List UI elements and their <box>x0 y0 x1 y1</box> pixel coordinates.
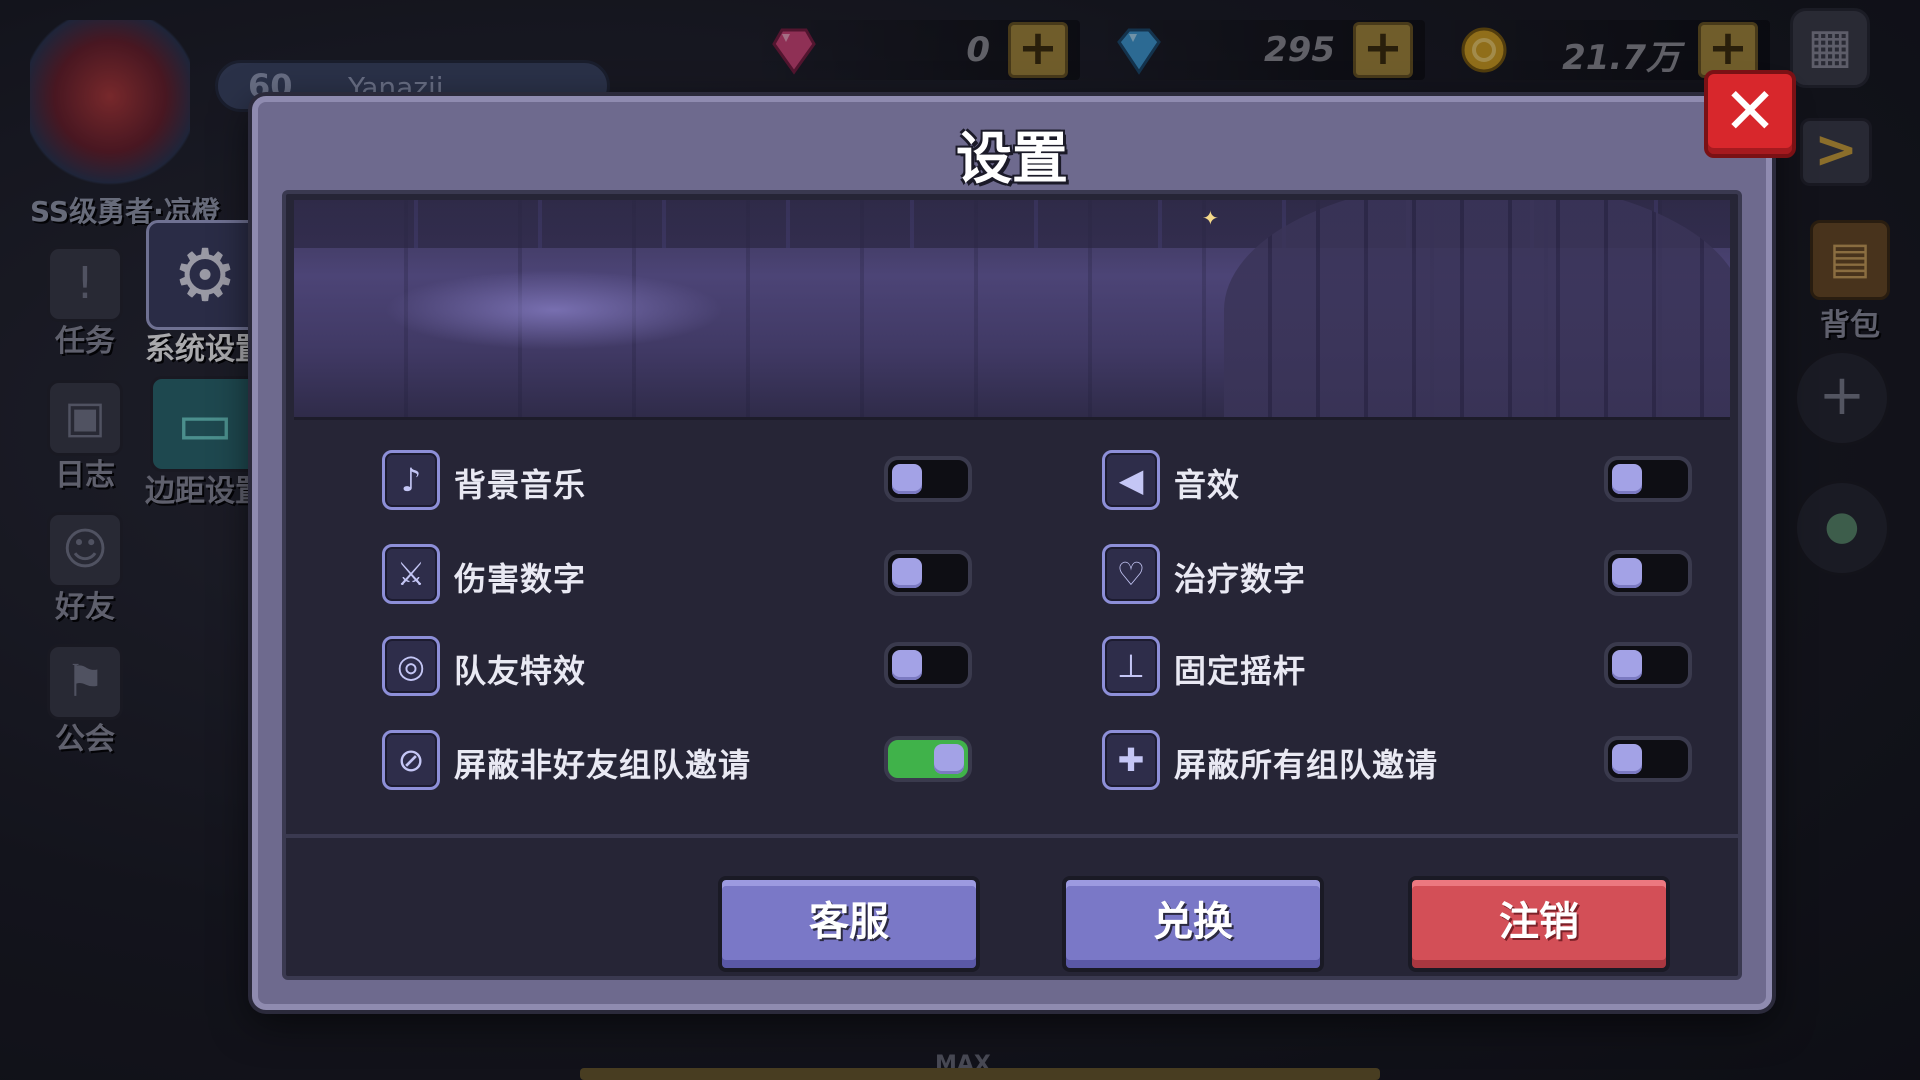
sword-icon: ⚔ <box>382 544 440 604</box>
toggle-knob <box>1612 650 1642 680</box>
music-note-icon: ♪ <box>382 450 440 510</box>
toggle-block-stranger-invites[interactable] <box>884 736 972 782</box>
settings-panel: ✦ ♪ 背景音乐 ⚔ 伤害数字 ◎ 队友特效 ⊘ 屏蔽非好友组队邀请 ◀ 音效 … <box>282 190 1742 980</box>
setting-block-all-invites[interactable]: ✚ 屏蔽所有组队邀请 <box>1102 724 1692 794</box>
heart-icon: ♡ <box>1102 544 1160 604</box>
setting-fixed-joystick[interactable]: ⊥ 固定摇杆 <box>1102 630 1692 700</box>
setting-teammate-effects[interactable]: ◎ 队友特效 <box>382 630 972 700</box>
setting-teammate-effects-label: 队友特效 <box>454 652 587 690</box>
setting-heal-numbers-label: 治疗数字 <box>1174 560 1307 598</box>
settings-list: ♪ 背景音乐 ⚔ 伤害数字 ◎ 队友特效 ⊘ 屏蔽非好友组队邀请 ◀ 音效 ♡ … <box>382 430 1692 810</box>
toggle-fixed-joystick[interactable] <box>1604 642 1692 688</box>
setting-block-stranger-invites[interactable]: ⊘ 屏蔽非好友组队邀请 <box>382 724 972 794</box>
toggle-knob <box>1612 558 1642 588</box>
sparkle-ring-icon: ◎ <box>382 636 440 696</box>
toggle-knob <box>892 558 922 588</box>
setting-damage-numbers-label: 伤害数字 <box>454 560 587 598</box>
toggle-block-all-invites[interactable] <box>1604 736 1692 782</box>
setting-damage-numbers[interactable]: ⚔ 伤害数字 <box>382 538 972 608</box>
toggle-knob <box>892 464 922 494</box>
joystick-icon: ⊥ <box>1102 636 1160 696</box>
toggle-knob <box>1612 744 1642 774</box>
close-icon: ✕ <box>1723 75 1777 149</box>
setting-block-stranger-invites-label: 屏蔽非好友组队邀请 <box>454 746 752 784</box>
toggle-teammate-effects[interactable] <box>884 642 972 688</box>
settings-banner-image: ✦ <box>294 200 1730 420</box>
settings-modal: 设置 ✦ ♪ 背景音乐 ⚔ 伤害数字 ◎ 队友特效 ⊘ 屏蔽非好友组队邀请 ◀ … <box>252 96 1772 1010</box>
setting-bgm-label: 背景音乐 <box>454 466 587 504</box>
toggle-damage-numbers[interactable] <box>884 550 972 596</box>
setting-sound-effects-label: 音效 <box>1174 466 1241 504</box>
toggle-bgm[interactable] <box>884 456 972 502</box>
customer-service-button[interactable]: 客服 <box>718 876 980 972</box>
toggle-sound-effects[interactable] <box>1604 456 1692 502</box>
setting-bgm[interactable]: ♪ 背景音乐 <box>382 444 972 514</box>
block-stranger-icon: ⊘ <box>382 730 440 790</box>
setting-fixed-joystick-label: 固定摇杆 <box>1174 652 1307 690</box>
banner-floor-glow <box>384 270 724 350</box>
redeem-button[interactable]: 兑换 <box>1062 876 1324 972</box>
toggle-knob <box>934 744 964 774</box>
logout-button[interactable]: 注销 <box>1408 876 1670 972</box>
setting-block-all-invites-label: 屏蔽所有组队邀请 <box>1174 746 1439 784</box>
banner-tower <box>1224 200 1730 417</box>
speaker-icon: ◀ <box>1102 450 1160 510</box>
modal-title: 设置 <box>956 127 1068 192</box>
close-button[interactable]: ✕ <box>1704 70 1796 158</box>
toggle-heal-numbers[interactable] <box>1604 550 1692 596</box>
setting-heal-numbers[interactable]: ♡ 治疗数字 <box>1102 538 1692 608</box>
toggle-knob <box>1612 464 1642 494</box>
sparkle-icon: ✦ <box>1202 206 1219 230</box>
block-all-icon: ✚ <box>1102 730 1160 790</box>
setting-sound-effects[interactable]: ◀ 音效 <box>1102 444 1692 514</box>
toggle-knob <box>892 650 922 680</box>
footer-divider <box>286 834 1738 838</box>
